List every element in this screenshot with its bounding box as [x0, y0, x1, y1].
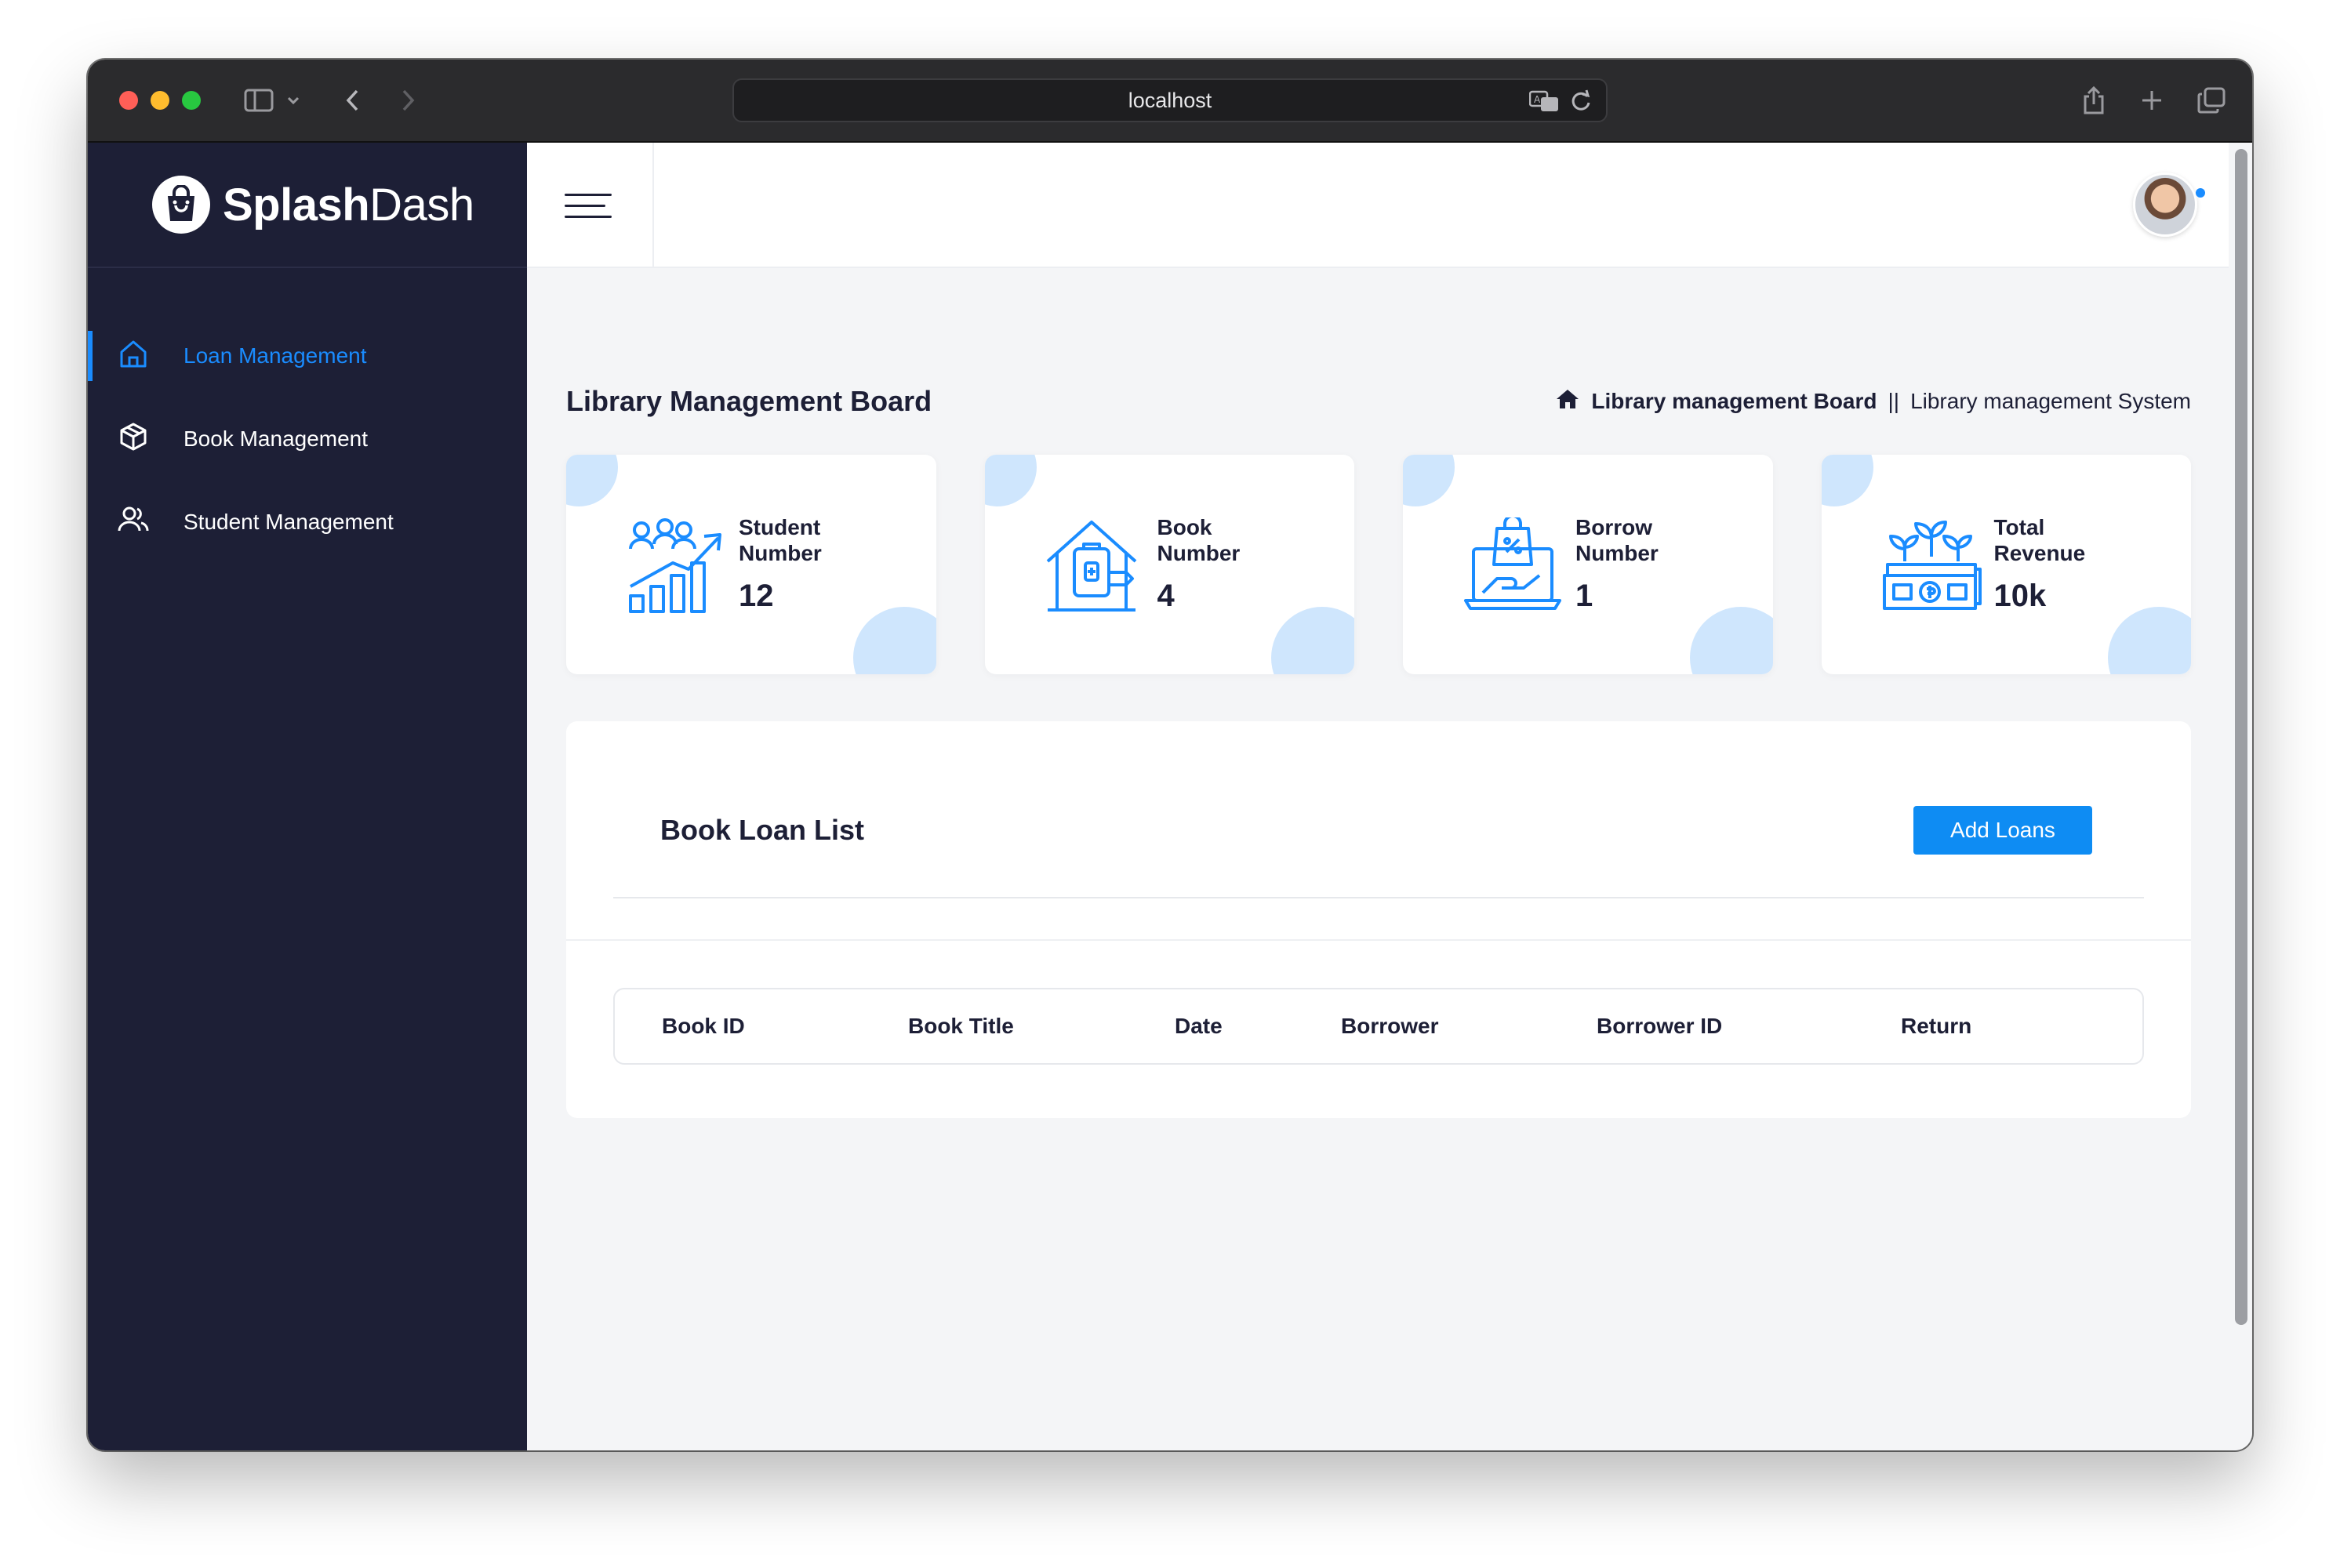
decor-circle	[984, 455, 1037, 506]
stat-card-borrows[interactable]: Borrow Number 1	[1403, 455, 1773, 674]
sidebar-item-label: Book Management	[183, 426, 369, 451]
revenue-plant-icon	[1881, 517, 1983, 615]
stats-cards: Student Number 12 Book Number 4 Borrow N…	[566, 455, 2191, 674]
column-header-borrower[interactable]: Borrower	[1341, 1014, 1438, 1039]
column-header-return[interactable]: Return	[1901, 1014, 1971, 1039]
stat-label: Total Revenue	[1994, 514, 2086, 566]
breadcrumb-parent[interactable]: Library management System	[1910, 389, 2191, 414]
stat-value: 10k	[1993, 579, 2047, 613]
stat-label-line2: Number	[1157, 541, 1241, 566]
decor-circle	[1689, 607, 1773, 674]
browser-window: localhost A SplashDash Loan Management B…	[88, 60, 2252, 1450]
shopping-bag-logo-icon	[152, 176, 210, 234]
stat-card-students[interactable]: Student Number 12	[566, 455, 936, 674]
browser-titlebar: localhost A	[88, 60, 2252, 143]
forward-arrow-icon[interactable]	[397, 85, 420, 116]
address-bar[interactable]: localhost A	[732, 78, 1608, 122]
stat-label-line1: Student	[739, 515, 821, 539]
breadcrumb-separator: ||	[1888, 389, 1900, 413]
new-tab-icon[interactable]	[2138, 85, 2166, 116]
top-header	[527, 143, 2252, 268]
brand-name-bold: Splash	[223, 179, 370, 230]
book-loan-panel: Book Loan List Add Loans Book ID Book Ti…	[566, 721, 2191, 1118]
stat-label: Student Number	[739, 514, 822, 566]
stat-value: 12	[739, 579, 774, 613]
stat-label-line1: Total	[1993, 515, 2045, 539]
hamburger-line	[565, 204, 605, 207]
stat-value: 1	[1575, 579, 1593, 613]
hamburger-line	[565, 193, 612, 196]
share-icon[interactable]	[2080, 85, 2108, 116]
stat-card-books[interactable]: Book Number 4	[984, 455, 1354, 674]
maximize-window-button[interactable]	[182, 91, 201, 110]
sidebar-item-loan-management[interactable]: Loan Management	[88, 331, 527, 381]
reload-icon[interactable]	[1570, 89, 1592, 118]
sidebar-item-student-management[interactable]: Student Management	[88, 497, 527, 547]
breadcrumb: Library management Board || Library mana…	[1555, 388, 2191, 416]
online-status-dot	[2196, 188, 2205, 198]
stat-label-line2: Number	[1575, 541, 1659, 566]
decor-circle	[1403, 455, 1455, 506]
loan-table-header: Book ID Book Title Date Borrower Borrowe…	[613, 988, 2144, 1065]
home-icon	[118, 338, 149, 375]
column-header-book-id[interactable]: Book ID	[662, 1014, 745, 1039]
student-growth-icon	[626, 517, 728, 615]
decor-circle	[852, 607, 936, 674]
menu-toggle-button[interactable]	[527, 143, 654, 268]
box-icon	[118, 421, 149, 458]
close-window-button[interactable]	[119, 91, 138, 110]
add-loans-button[interactable]: Add Loans	[1913, 806, 2092, 855]
borrow-laptop-icon	[1462, 514, 1564, 615]
decor-circle	[1821, 455, 1873, 506]
stat-label-line2: Revenue	[1993, 541, 2086, 566]
breadcrumb-current[interactable]: Library management Board	[1591, 389, 1877, 414]
stat-label-line1: Borrow	[1575, 515, 1652, 539]
sidebar-item-label: Student Management	[183, 510, 394, 534]
sidebar-nav: Loan Management Book Management Student …	[88, 331, 527, 547]
stat-label: Book Number	[1157, 514, 1241, 566]
book-house-icon	[1045, 517, 1146, 615]
scrollbar-thumb[interactable]	[2235, 149, 2247, 1325]
sidebar-item-book-management[interactable]: Book Management	[88, 414, 527, 464]
loan-list-title: Book Loan List	[660, 814, 864, 846]
page-title: Library Management Board	[566, 385, 932, 417]
svg-text:A: A	[1534, 94, 1541, 105]
users-icon	[118, 504, 149, 541]
column-header-borrower-id[interactable]: Borrower ID	[1597, 1014, 1722, 1039]
brand-name: SplashDash	[223, 179, 474, 231]
hamburger-line	[565, 215, 612, 218]
brand[interactable]: SplashDash	[88, 143, 527, 268]
stat-label: Borrow Number	[1575, 514, 1659, 566]
decor-circle	[1271, 607, 1354, 674]
stat-label-line2: Number	[739, 541, 822, 566]
stat-card-revenue[interactable]: Total Revenue 10k	[1821, 455, 2191, 674]
sidebar: SplashDash Loan Management Book Manageme…	[88, 143, 527, 1450]
page-header: Library Management Board Library managem…	[566, 383, 2191, 420]
decor-circle	[566, 455, 618, 506]
column-header-book-title[interactable]: Book Title	[908, 1014, 1014, 1039]
minimize-window-button[interactable]	[151, 91, 169, 110]
translate-icon[interactable]: A	[1528, 89, 1559, 118]
sidebar-toggle-icon[interactable]	[242, 85, 276, 116]
loan-panel-header: Book Loan List Add Loans	[613, 721, 2144, 898]
tab-overview-icon[interactable]	[2196, 85, 2227, 116]
home-icon[interactable]	[1555, 388, 1580, 416]
stat-label-line1: Book	[1157, 515, 1212, 539]
column-header-date[interactable]: Date	[1175, 1014, 1223, 1039]
sidebar-item-label: Loan Management	[183, 343, 367, 368]
user-avatar[interactable]	[2133, 172, 2197, 237]
chevron-down-icon[interactable]	[284, 85, 303, 116]
decor-circle	[2108, 607, 2191, 674]
divider	[566, 939, 2191, 941]
stat-value: 4	[1157, 579, 1175, 613]
url-text: localhost	[1128, 88, 1212, 112]
back-arrow-icon[interactable]	[340, 85, 364, 116]
brand-name-light: Dash	[369, 179, 474, 230]
